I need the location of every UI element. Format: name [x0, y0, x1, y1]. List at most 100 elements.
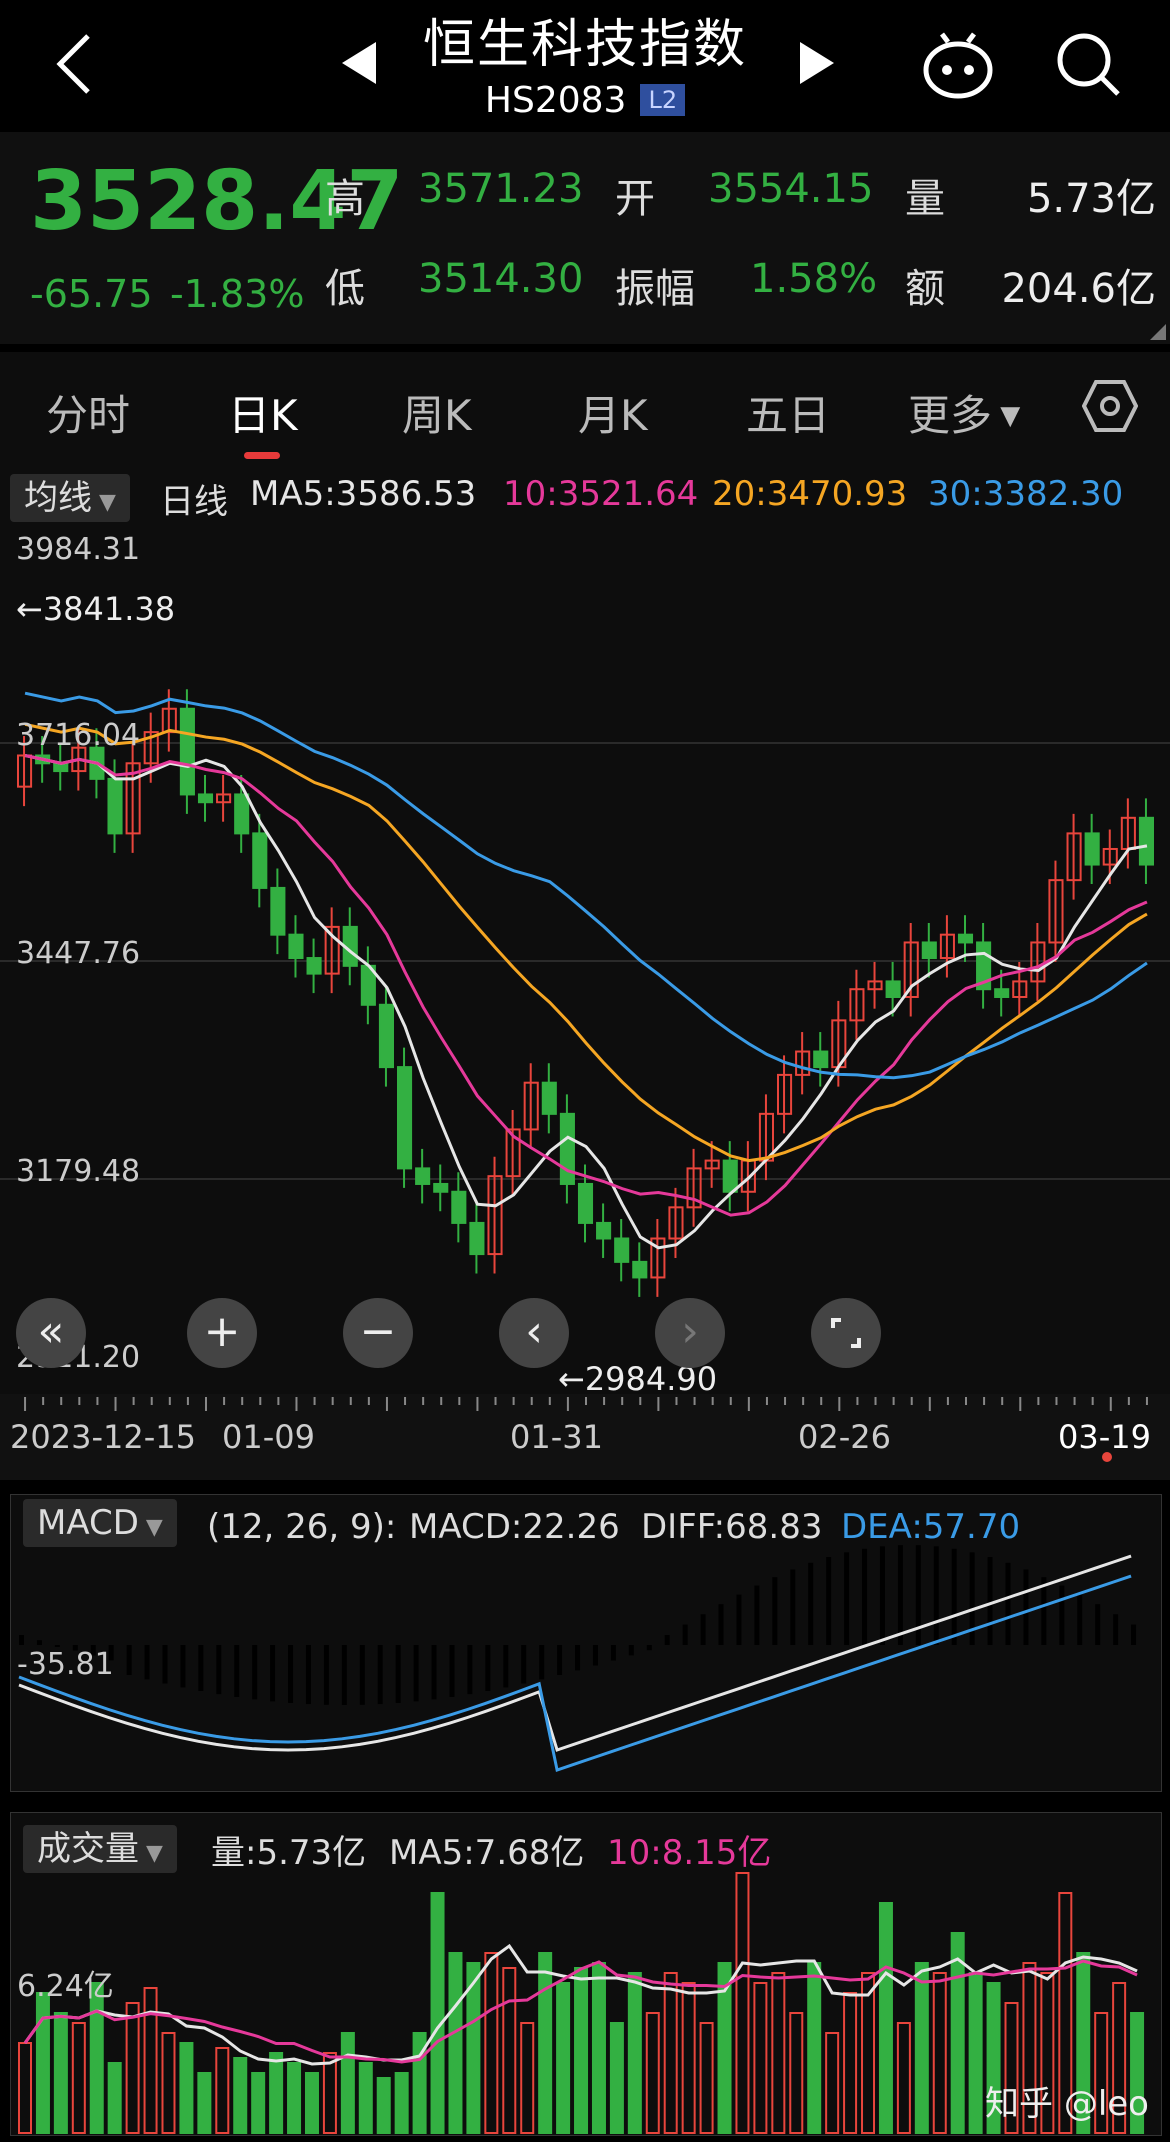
scroll-right-button[interactable]: › — [655, 1298, 725, 1368]
settings-icon[interactable] — [1081, 378, 1139, 438]
next-stock-icon[interactable] — [796, 40, 836, 90]
volume-value: 5.73亿 — [1026, 176, 1156, 222]
indicator-dropdown-label: 均线 — [24, 478, 92, 518]
volume-legend-row: 成交量 ▼ — [23, 1821, 177, 1873]
latest-dot — [1102, 1452, 1112, 1462]
volume-bar — [968, 1972, 983, 2134]
tab-intraday[interactable]: 分时 — [46, 382, 130, 443]
diff-value: DIFF:68.83 — [641, 1507, 823, 1547]
volume-ma5: MA5:7.68亿 — [389, 1833, 585, 1873]
volume-bar — [932, 1972, 947, 2134]
macd-bar — [288, 1645, 294, 1703]
open-value: 3554.15 — [708, 166, 874, 212]
high-marker: ←3841.38 — [16, 590, 176, 628]
volume-panel[interactable]: 成交量 ▼ 量:5.73亿 MA5:7.68亿 10:8.15亿 6.24亿 知… — [10, 1812, 1162, 2136]
tab-five-day[interactable]: 五日 — [746, 382, 830, 443]
volume-bar — [251, 2072, 266, 2134]
macd-bar — [359, 1645, 365, 1705]
volume-bar — [269, 2052, 284, 2134]
macd-bar — [897, 1545, 903, 1645]
candle-body — [252, 832, 268, 889]
quote-panel: 3528.47 -65.75 -1.83% 高 3571.23 开 3554.1… — [0, 132, 1170, 344]
volume-dropdown[interactable]: 成交量 ▼ — [23, 1825, 177, 1873]
macd-bar — [305, 1645, 311, 1705]
volume-bar — [681, 1982, 696, 2134]
caret-down-icon: ▼ — [138, 1515, 163, 1540]
y-label-top: 3984.31 — [16, 532, 141, 567]
caret-down-icon: ▼ — [92, 490, 116, 515]
volume-bar — [825, 2032, 840, 2134]
macd-bar — [234, 1645, 240, 1697]
x-axis-ticks — [24, 1397, 1148, 1411]
candle-body — [234, 793, 250, 835]
volume-bar — [322, 2052, 337, 2134]
search-icon[interactable] — [1054, 30, 1124, 104]
caret-down-icon: ▼ — [992, 401, 1021, 431]
tab-daily-k[interactable]: 日K — [228, 382, 298, 443]
volume-bar — [627, 1972, 642, 2134]
ma20-legend: 20:3470.93 — [712, 474, 908, 514]
macd-bar — [431, 1645, 437, 1700]
tab-monthly-k[interactable]: 月K — [578, 382, 648, 443]
macd-bar — [270, 1645, 276, 1702]
jump-to-start-button[interactable]: « — [16, 1298, 86, 1368]
volume-bar — [89, 1982, 104, 2134]
zoom-in-button[interactable]: + — [187, 1298, 257, 1368]
candle-body — [813, 1050, 829, 1069]
macd-bar — [592, 1645, 598, 1666]
level2-badge: L2 — [640, 84, 686, 116]
kline-chart-panel[interactable]: 均线 ▼ 日线 MA5:3586.53 10:3521.64 20:3470.9… — [0, 462, 1170, 1480]
volume-bar — [430, 1892, 445, 2134]
fullscreen-button[interactable] — [811, 1298, 881, 1368]
volume-bar — [125, 2002, 140, 2134]
macd-bar — [1113, 1614, 1119, 1645]
macd-bar — [610, 1645, 616, 1661]
volume-bar — [71, 2022, 86, 2134]
macd-legend-row: MACD ▼ — [23, 1499, 177, 1547]
zoom-out-button[interactable]: − — [343, 1298, 413, 1368]
macd-bar — [1059, 1585, 1065, 1645]
macd-panel[interactable]: MACD ▼ (12, 26, 9): MACD:22.26 DIFF:68.8… — [10, 1494, 1162, 1792]
macd-bar — [575, 1645, 581, 1671]
x-label-end: 03-19 — [1058, 1418, 1151, 1456]
candle-body — [957, 933, 974, 944]
volume-bar — [591, 1962, 606, 2134]
volume-bar — [861, 1972, 876, 2134]
macd-dropdown[interactable]: MACD ▼ — [23, 1499, 177, 1547]
macd-bar — [808, 1562, 814, 1645]
candle-body — [885, 980, 901, 998]
tab-more[interactable]: 更多 ▼ — [908, 382, 1020, 443]
x-label-start: 2023-12-15 — [10, 1418, 196, 1456]
volume-bar — [771, 1972, 786, 2134]
volume-axis-label: 6.24亿 — [17, 1969, 114, 2004]
indicator-dropdown[interactable]: 均线 ▼ — [10, 474, 130, 522]
ma10-legend: 10:3521.64 — [503, 474, 699, 514]
tab-weekly-k[interactable]: 周K — [402, 382, 472, 443]
volume-bar — [663, 1972, 678, 2134]
expand-corner-icon[interactable] — [1150, 324, 1166, 340]
macd-bar — [736, 1594, 742, 1645]
amount-value: 204.6亿 — [1001, 266, 1156, 312]
macd-bar — [718, 1604, 724, 1645]
volume-bar — [807, 1962, 822, 2134]
volume-bar — [609, 2022, 624, 2134]
volume-ma10: 10:8.15亿 — [607, 1833, 772, 1873]
candle-body — [577, 1182, 594, 1224]
amplitude-value: 1.58% — [750, 256, 878, 302]
volume-bar — [484, 1952, 499, 2134]
macd-bar — [646, 1645, 652, 1651]
volume-bar — [233, 2057, 248, 2134]
x-label-4: 02-26 — [798, 1418, 891, 1456]
volume-bar — [358, 2062, 373, 2134]
macd-bar — [682, 1624, 688, 1645]
robot-assistant-icon[interactable] — [920, 30, 996, 104]
scroll-left-button[interactable]: ‹ — [499, 1298, 569, 1368]
volume-bar — [645, 2012, 660, 2134]
volume-bar — [376, 2077, 391, 2134]
macd-bar — [933, 1546, 939, 1645]
candle-body — [469, 1221, 485, 1256]
volume-bar — [107, 2062, 122, 2134]
volume-bar — [35, 1992, 50, 2134]
amount-label: 额 — [905, 266, 945, 312]
volume-dropdown-label: 成交量 — [37, 1829, 139, 1869]
